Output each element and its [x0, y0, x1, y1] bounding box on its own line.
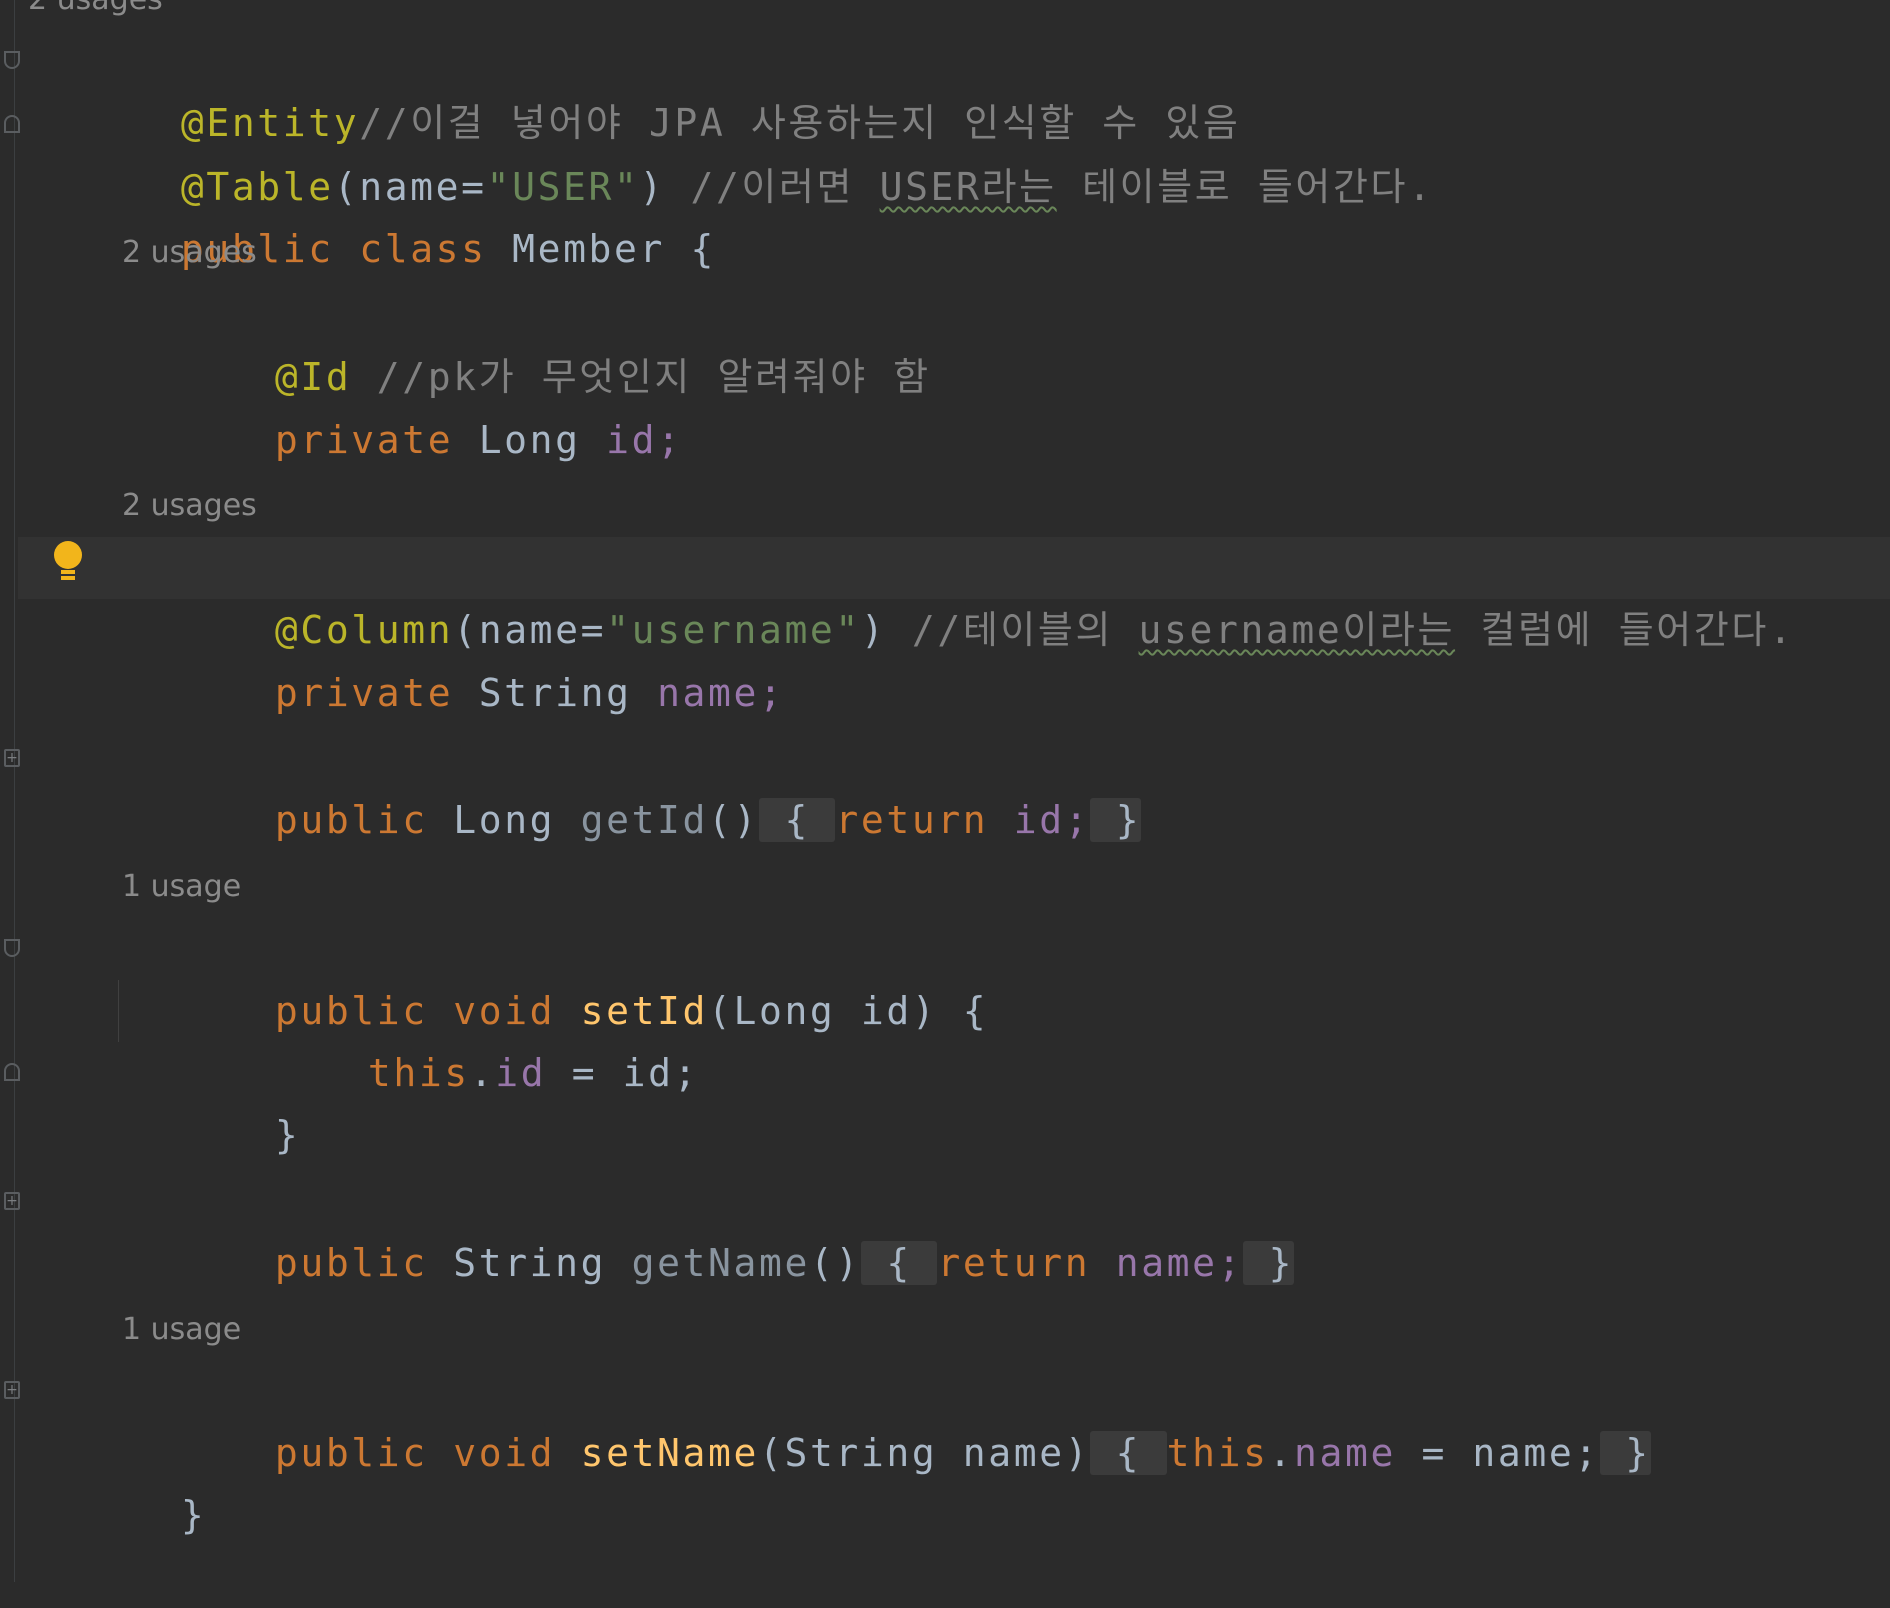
usage-hint[interactable]: 2 usages	[122, 231, 257, 275]
lightbulb-icon[interactable]	[54, 541, 82, 581]
code-token: Long	[478, 418, 607, 462]
field-token: name;	[1115, 1241, 1244, 1285]
code-token: Long	[453, 798, 581, 842]
folded-brace[interactable]: {	[758, 798, 836, 842]
keyword-token: return	[835, 798, 1014, 842]
code-line[interactable]: private String name;	[0, 600, 1890, 715]
usage-hint[interactable]: 2 usages	[122, 484, 257, 528]
keyword-token: class	[359, 227, 513, 271]
code-token: String	[453, 1241, 632, 1285]
keyword-token: public	[274, 1241, 454, 1285]
usage-hint[interactable]: 1 usage	[122, 865, 241, 909]
code-line[interactable]: @Id //pk가 무엇인지 알려줘야 함	[0, 284, 1890, 399]
method-name: getName	[631, 1241, 810, 1285]
keyword-token: return	[937, 1241, 1116, 1285]
code-token: ()	[708, 798, 759, 842]
field-token: id;	[1013, 798, 1091, 842]
code-editor[interactable]: 2 usages @Entity//이걸 넣어야 JPA 사용하는지 인식할 수…	[0, 0, 1890, 1582]
field-token: id;	[606, 418, 683, 462]
folded-brace[interactable]: }	[1090, 798, 1142, 842]
code-line[interactable]: @Table(name="USER") //이러면 USER라는 테이블로 들어…	[0, 94, 1890, 209]
code-line[interactable]: public class Member {	[0, 156, 1890, 271]
current-code-line[interactable]: @Column(name="username") //테이블의 username…	[18, 537, 1890, 652]
code-line[interactable]: public void setId(Long id) {	[0, 918, 1890, 1033]
code-line[interactable]: private Long id;	[0, 347, 1890, 462]
code-token: Member {	[512, 227, 716, 271]
code-token: }	[180, 1493, 207, 1537]
gutter-divider	[14, 0, 15, 1582]
keyword-token: private	[274, 671, 479, 715]
code-line[interactable]: public String getName() { return name; }	[0, 1170, 1890, 1285]
code-token: }	[274, 1113, 301, 1157]
keyword-token: private	[274, 418, 479, 462]
method-name: getId	[580, 798, 709, 842]
code-line[interactable]: public void setName(String name) { this.…	[0, 1360, 1890, 1475]
code-line[interactable]: public Long getId() { return id; }	[0, 727, 1890, 842]
code-token: ()	[809, 1241, 861, 1285]
code-token: String	[478, 671, 658, 715]
usage-hint[interactable]: 2 usages	[28, 0, 163, 22]
code-line[interactable]: @Entity//이걸 넣어야 JPA 사용하는지 인식할 수 있음	[0, 30, 1890, 145]
code-line[interactable]: }	[0, 1042, 1890, 1157]
folded-brace[interactable]: }	[1243, 1241, 1295, 1285]
code-line[interactable]: }	[0, 1422, 1890, 1537]
field-token: name;	[657, 671, 785, 715]
code-line[interactable]: this.id = id;	[0, 980, 1890, 1095]
usage-hint[interactable]: 1 usage	[122, 1308, 241, 1352]
folded-brace[interactable]: {	[860, 1241, 938, 1285]
keyword-token: public	[274, 798, 454, 842]
